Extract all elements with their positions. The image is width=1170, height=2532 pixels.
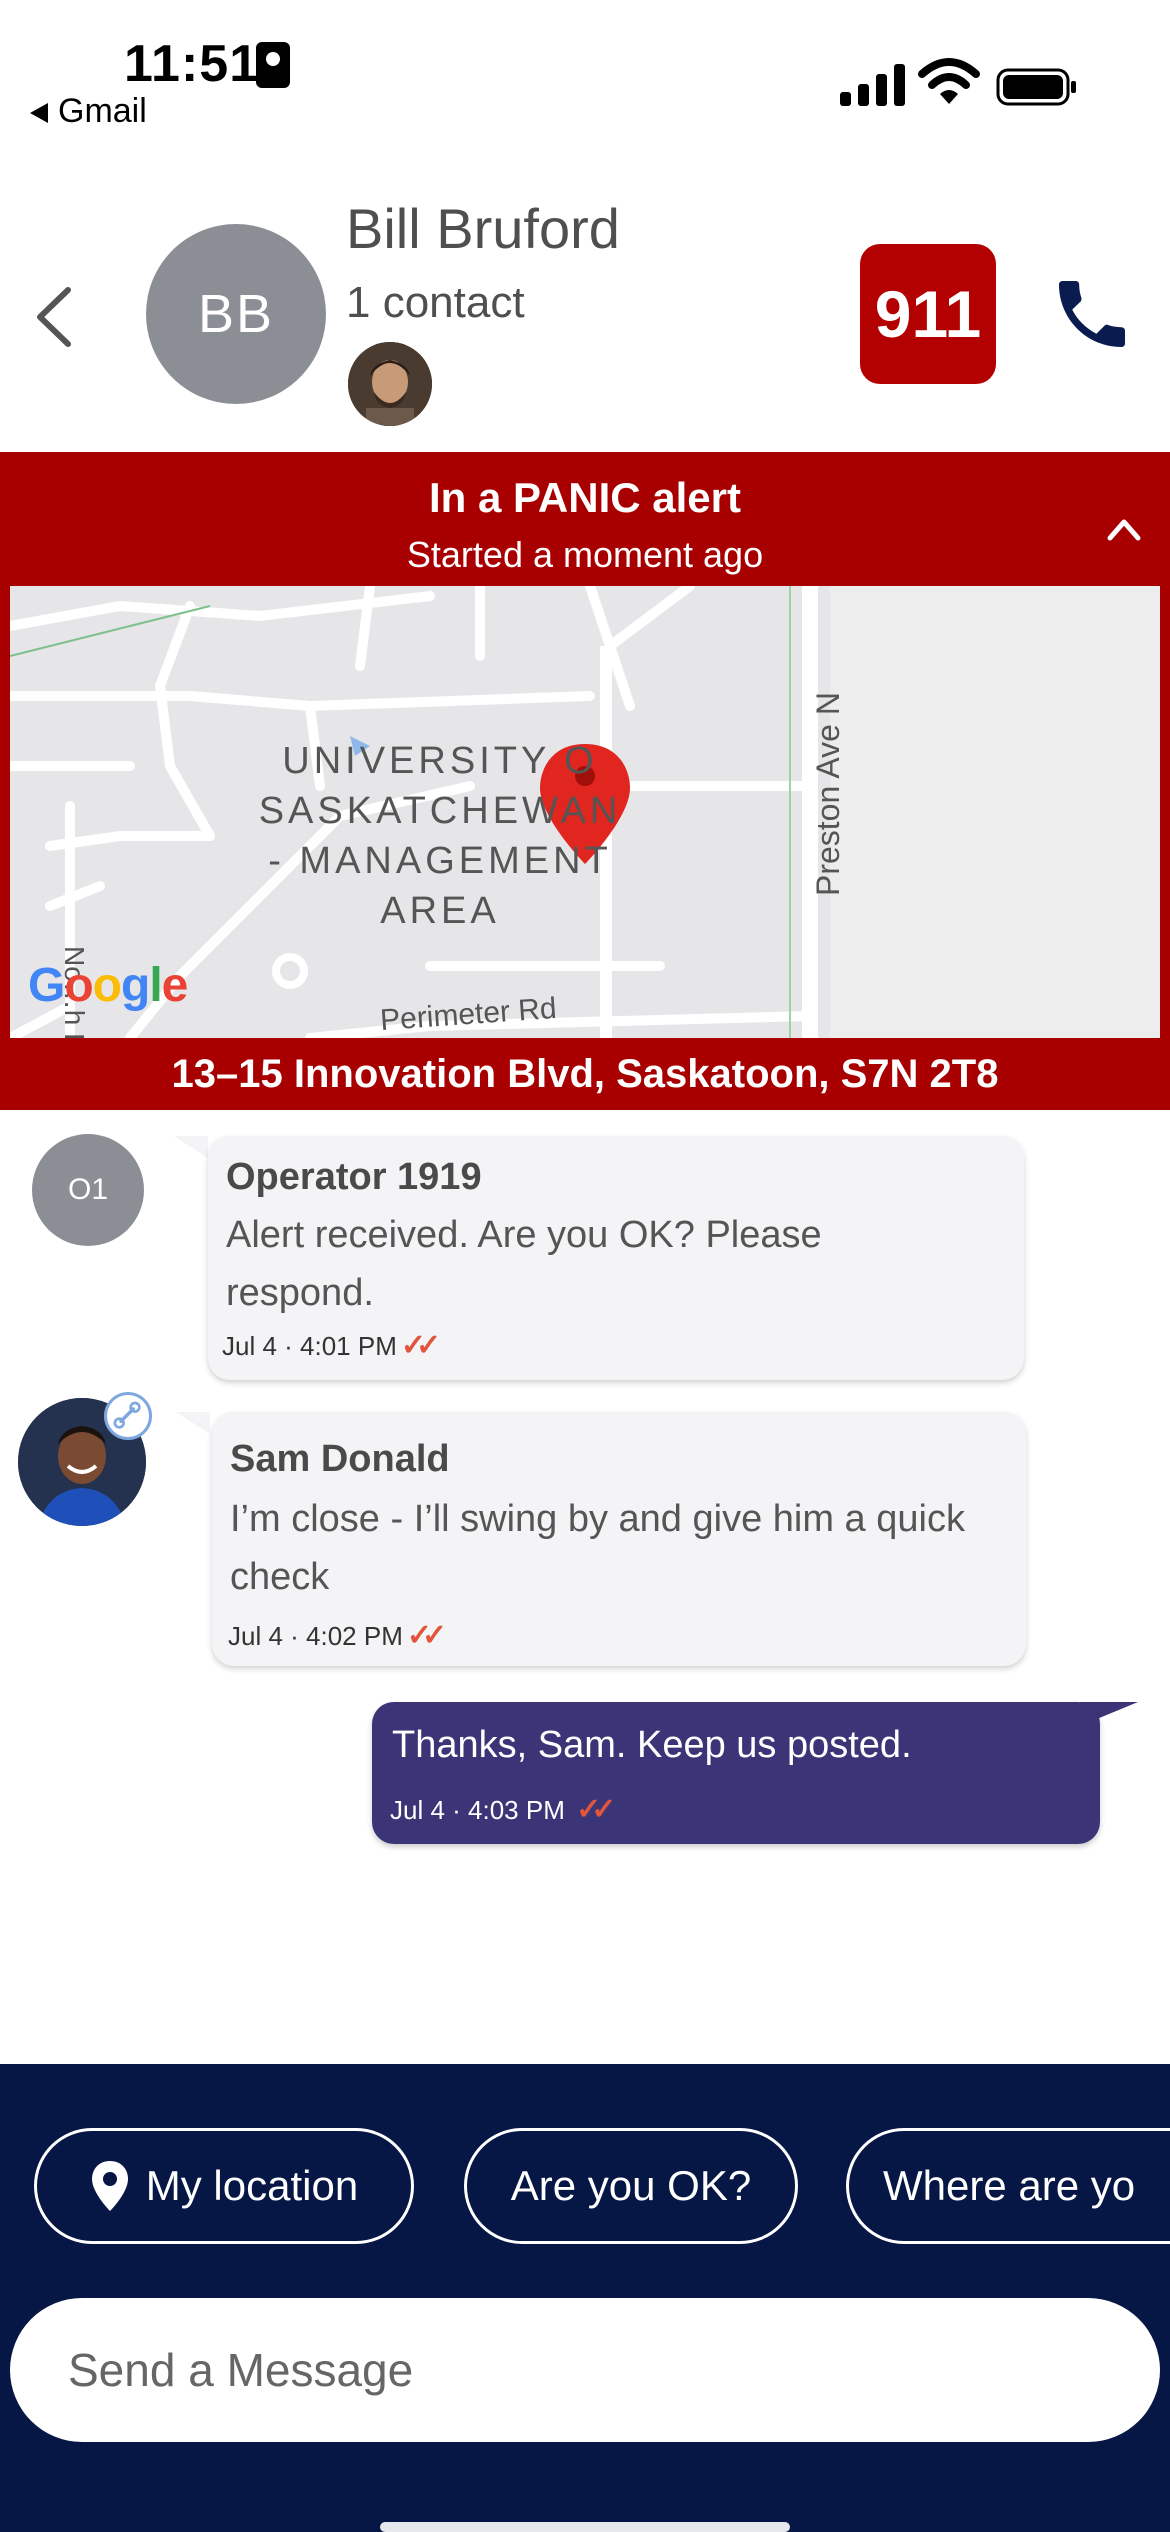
quick-reply-label: Are you OK?	[510, 2162, 752, 2209]
cellular-signal-icon	[840, 58, 908, 106]
call-911-button[interactable]: 911	[860, 244, 996, 384]
message-bubble-outgoing[interactable]: Thanks, Sam. Keep us posted. Jul 4 · 4:0…	[372, 1702, 1100, 1844]
contact-avatar[interactable]: BB	[146, 224, 326, 404]
quick-reply-are-you-ok[interactable]: Are you OK?	[464, 2128, 798, 2244]
map-area-label: UNIVERSITY O SASKATCHEWAN - MANAGEMENT A…	[258, 740, 622, 932]
panic-alert-banner[interactable]: In a PANIC alert Started a moment ago	[0, 452, 1170, 586]
message-bubble-operator[interactable]: Operator 1919 Alert received. Are you OK…	[208, 1136, 1024, 1380]
back-app-label: Gmail	[58, 92, 147, 130]
contact-name: Bill Bruford	[346, 197, 620, 260]
location-map[interactable]: UNIVERSITY O SASKATCHEWAN - MANAGEMENT A…	[10, 586, 1160, 1038]
bubble-tail	[174, 1136, 208, 1158]
phone-icon[interactable]	[1048, 270, 1136, 358]
map-frame: UNIVERSITY O SASKATCHEWAN - MANAGEMENT A…	[0, 586, 1170, 1038]
message-bubble-sam[interactable]: Sam Donald I’m close - I’ll swing by and…	[212, 1412, 1026, 1666]
home-indicator[interactable]	[380, 2522, 790, 2532]
google-logo: Google	[28, 959, 188, 1012]
message-body: Alert received. Are you OK? Please respo…	[226, 1214, 822, 1314]
read-receipt-icon: ✓✓	[406, 1619, 447, 1652]
operator-avatar[interactable]: O1	[32, 1134, 144, 1246]
message-body: I’m close - I’ll swing by and give him a…	[230, 1498, 965, 1598]
back-to-app-link[interactable]: Gmail	[30, 92, 147, 131]
message-timestamp: Jul 4 · 4:01 PM ✓✓	[222, 1329, 441, 1362]
message-input[interactable]	[10, 2298, 1160, 2442]
bubble-tail	[176, 1412, 210, 1434]
status-time: 11:51	[124, 35, 260, 93]
alert-subtitle: Started a moment ago	[406, 534, 764, 575]
read-receipt-icon: ✓✓	[400, 1329, 441, 1362]
wifi-icon	[918, 58, 980, 104]
message-timestamp: Jul 4 · 4:03 PM ✓✓	[390, 1793, 616, 1826]
message-sender: Sam Donald	[230, 1438, 450, 1480]
alert-title: In a PANIC alert	[429, 474, 741, 521]
message-body: Thanks, Sam. Keep us posted.	[392, 1724, 912, 1766]
battery-icon	[996, 68, 1076, 106]
alert-address[interactable]: 13–15 Innovation Blvd, Saskatoon, S7N 2T…	[0, 1038, 1170, 1110]
location-pin-icon	[91, 2161, 128, 2211]
read-receipt-icon: ✓✓	[576, 1793, 616, 1826]
quick-reply-label: My location	[145, 2162, 359, 2209]
contact-card-icon	[256, 42, 290, 88]
quick-reply-label: Where are yo	[883, 2162, 1136, 2209]
message-sender: Operator 1919	[226, 1156, 482, 1198]
message-timestamp: Jul 4 · 4:02 PM ✓✓	[228, 1619, 447, 1652]
quick-reply-my-location[interactable]: My location	[34, 2128, 414, 2244]
quick-reply-where-are-you[interactable]: Where are yo	[846, 2128, 1170, 2244]
contact-count[interactable]: 1 contact	[346, 278, 525, 328]
back-chevron-icon[interactable]	[30, 282, 80, 352]
link-badge-icon	[104, 1392, 152, 1440]
street-label-east: Preston Ave N	[810, 692, 846, 896]
back-triangle-icon	[30, 103, 48, 124]
collapse-caret-icon[interactable]	[1106, 514, 1142, 544]
contact-member-avatar[interactable]	[348, 342, 432, 426]
